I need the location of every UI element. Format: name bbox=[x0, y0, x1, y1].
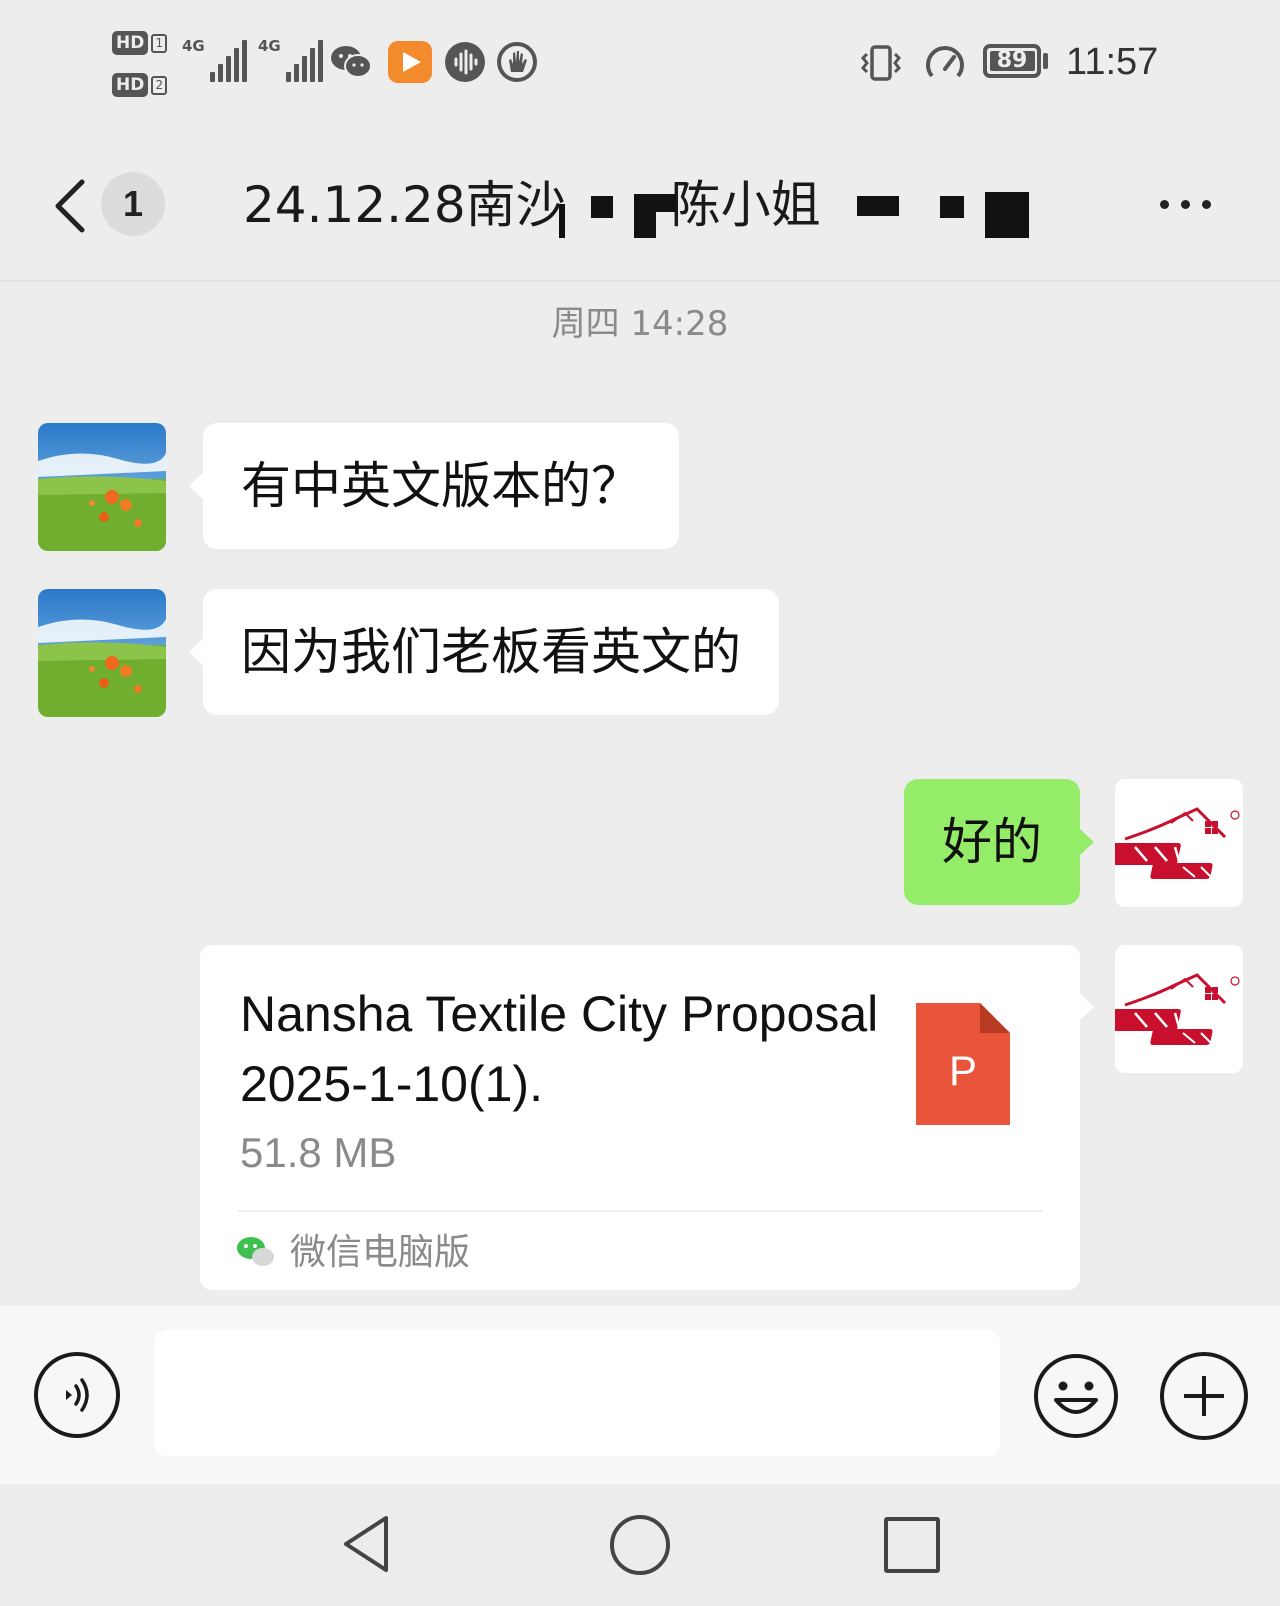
nav-recents-icon[interactable] bbox=[884, 1517, 940, 1573]
message-bubble-incoming[interactable]: 有中英文版本的？ bbox=[189, 423, 679, 549]
redaction-mark bbox=[985, 192, 1029, 238]
redaction-mark bbox=[634, 194, 676, 212]
redaction-mark bbox=[857, 196, 899, 216]
audio-app-icon bbox=[445, 42, 485, 82]
speedometer-icon bbox=[926, 46, 964, 78]
card-divider bbox=[238, 1210, 1043, 1212]
wechat-pc-icon bbox=[237, 1237, 274, 1266]
file-source-label: 微信电脑版 bbox=[290, 1232, 471, 1273]
message-timestamp: 周四 14:28 bbox=[551, 304, 729, 344]
my-avatar-logo[interactable] bbox=[1115, 945, 1243, 1073]
emoji-button[interactable] bbox=[1032, 1352, 1120, 1440]
hand-app-icon bbox=[497, 42, 537, 82]
battery-level: 89 bbox=[996, 48, 1028, 73]
chat-title-part1: 24.12.28南沙 bbox=[243, 176, 566, 234]
file-type-letter: P bbox=[948, 1047, 977, 1094]
sim1-hd-indicator: HD 1 bbox=[112, 28, 168, 58]
signal-strength-icon: 4G bbox=[258, 38, 323, 82]
unread-count-badge[interactable]: 1 bbox=[101, 172, 165, 236]
battery-icon: 89 bbox=[983, 44, 1041, 78]
status-clock: 11:57 bbox=[1066, 41, 1159, 83]
more-options-icon[interactable] bbox=[1160, 200, 1211, 209]
redaction-mark bbox=[591, 196, 613, 218]
contact-avatar[interactable] bbox=[38, 589, 166, 717]
file-name: Nansha Textile City Proposal 2025-1-10(1… bbox=[240, 986, 879, 1112]
signal-strength-icon: 4G bbox=[182, 38, 247, 82]
wechat-icon bbox=[331, 46, 372, 78]
voice-icon bbox=[66, 1378, 89, 1412]
more-actions-button[interactable] bbox=[1160, 1352, 1248, 1440]
message-bubble-outgoing[interactable]: 好的 bbox=[904, 779, 1094, 905]
file-message-card[interactable]: Nansha Textile City Proposal 2025-1-10(1… bbox=[200, 945, 1094, 1290]
message-bubble-incoming[interactable]: 因为我们老板看英文的 bbox=[189, 589, 779, 715]
chat-title-part2: 陈小姐 bbox=[670, 176, 821, 234]
nav-back-icon[interactable] bbox=[338, 1512, 398, 1576]
redaction-mark bbox=[559, 204, 565, 238]
back-button[interactable] bbox=[52, 178, 88, 234]
file-size: 51.8 MB bbox=[240, 1129, 397, 1176]
sim2-hd-indicator: HD 2 bbox=[112, 70, 168, 100]
message-input[interactable] bbox=[154, 1330, 1000, 1456]
vibrate-icon bbox=[860, 45, 902, 81]
nav-home-icon[interactable] bbox=[610, 1515, 670, 1575]
powerpoint-file-icon: P bbox=[916, 1003, 1010, 1125]
battery-tip bbox=[1043, 53, 1048, 69]
video-app-icon bbox=[388, 41, 432, 83]
contact-avatar[interactable] bbox=[38, 423, 166, 551]
chat-title: 24.12.28南沙 陈小姐 bbox=[243, 172, 821, 238]
my-avatar-logo[interactable] bbox=[1115, 779, 1243, 907]
sim-indicators: HD 1 HD 2 bbox=[112, 28, 168, 112]
voice-input-button[interactable] bbox=[34, 1352, 120, 1438]
redaction-mark bbox=[940, 196, 964, 218]
redaction-mark bbox=[634, 212, 656, 238]
